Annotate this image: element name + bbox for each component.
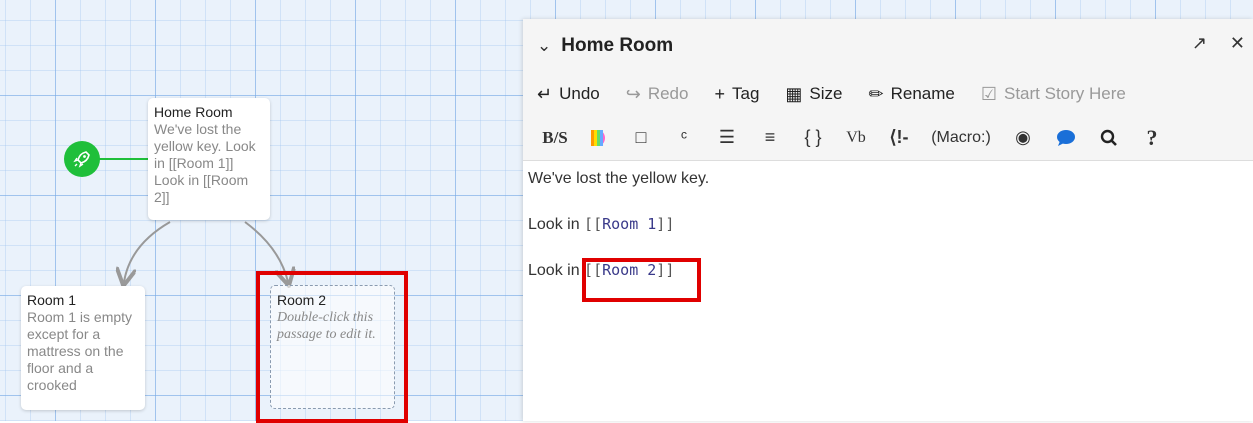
passage-excerpt: We've lost the yellow key. Look in [[Roo…	[154, 121, 256, 205]
help-button[interactable]: ?	[1132, 125, 1172, 151]
macro-button[interactable]: (Macro:)	[922, 129, 1000, 147]
redo-button[interactable]: ↪ Redo	[626, 84, 689, 105]
redo-label: Redo	[647, 84, 689, 103]
line-text: Look in	[528, 216, 580, 233]
passage-title: Room 1	[27, 292, 77, 308]
editor-line: We've lost the yellow key.	[528, 170, 710, 187]
comment-icon: ⟨!-	[889, 127, 909, 147]
search-icon[interactable]	[1089, 129, 1129, 147]
passage-excerpt: Room 1 is empty except for a mattress on…	[27, 309, 133, 393]
passage-link: [[Room 1]]	[584, 215, 675, 233]
link-arrow-room1	[124, 221, 171, 282]
border-icon[interactable]: □	[621, 127, 661, 148]
maximize-icon[interactable]: ↗	[1192, 33, 1207, 54]
passage-home-room[interactable]: Home Room We've lost the yellow key. Loo…	[148, 98, 270, 220]
harlowe-toolbar: B/S □ ᶜ ☰ ≡ { } Vb ⟨!- (Macro:) ◉ ?	[523, 115, 1253, 161]
bold-strike-icon: B/S	[542, 127, 568, 147]
align-icon[interactable]: ≡	[750, 127, 790, 148]
highlight-box-room2	[256, 271, 408, 423]
passage-edit-dialog: ⌄ Home Room ↗ ✕ ↵ Undo ↪ Redo + Tag ▦ Si…	[523, 19, 1253, 421]
link-target: Room 1	[602, 215, 657, 233]
chevron-down-icon[interactable]: ⌄	[537, 36, 551, 56]
size-label: Size	[809, 84, 843, 103]
editor-line: Look in [[Room 1]]	[528, 214, 1248, 235]
redo-icon: ↪	[625, 83, 641, 104]
undo-label: Undo	[559, 84, 600, 103]
undo-button[interactable]: ↵ Undo	[537, 84, 600, 105]
passage-title: Home Room	[154, 104, 233, 120]
size-button[interactable]: ▦ Size	[785, 84, 842, 105]
start-connector	[99, 158, 149, 160]
color-icon[interactable]	[578, 129, 618, 147]
close-icon[interactable]: ✕	[1230, 33, 1245, 54]
tag-label: Tag	[731, 84, 760, 103]
speech-bubble-icon[interactable]	[1046, 129, 1086, 147]
list-icon[interactable]: ☰	[707, 127, 747, 148]
dialog-header: ⌄ Home Room ↗ ✕	[523, 19, 1253, 73]
transition-icon[interactable]: ᶜ	[664, 127, 704, 148]
plus-icon: +	[714, 83, 725, 104]
undo-icon: ↵	[537, 83, 553, 104]
passage-toolbar: ↵ Undo ↪ Redo + Tag ▦ Size ✏ Rename ☑ St…	[523, 73, 1253, 115]
line-text: Look in	[528, 262, 580, 279]
rename-label: Rename	[890, 84, 955, 103]
size-icon: ▦	[785, 83, 803, 104]
dialog-title: Home Room	[561, 35, 674, 56]
braces-icon[interactable]: { }	[793, 127, 833, 148]
start-story-here-button[interactable]: ☑ Start Story Here	[981, 84, 1126, 105]
macro-label: (Macro:)	[931, 128, 991, 146]
comment-button[interactable]: ⟨!-	[879, 127, 919, 148]
variable-button[interactable]: Vb	[836, 129, 876, 147]
rename-button[interactable]: ✏ Rename	[869, 84, 955, 105]
rename-icon: ✏	[868, 83, 884, 104]
highlight-box-link	[582, 258, 701, 302]
help-icon: ?	[1146, 124, 1158, 150]
checkbox-icon: ☑	[980, 83, 997, 104]
eye-icon[interactable]: ◉	[1003, 127, 1043, 148]
tag-button[interactable]: + Tag	[714, 84, 759, 105]
passage-room-1[interactable]: Room 1 Room 1 is empty except for a matt…	[21, 286, 145, 410]
start-story-label: Start Story Here	[1004, 84, 1126, 103]
variable-icon: Vb	[846, 128, 866, 146]
bold-strike-button[interactable]: B/S	[535, 128, 575, 148]
rocket-icon	[64, 141, 100, 177]
